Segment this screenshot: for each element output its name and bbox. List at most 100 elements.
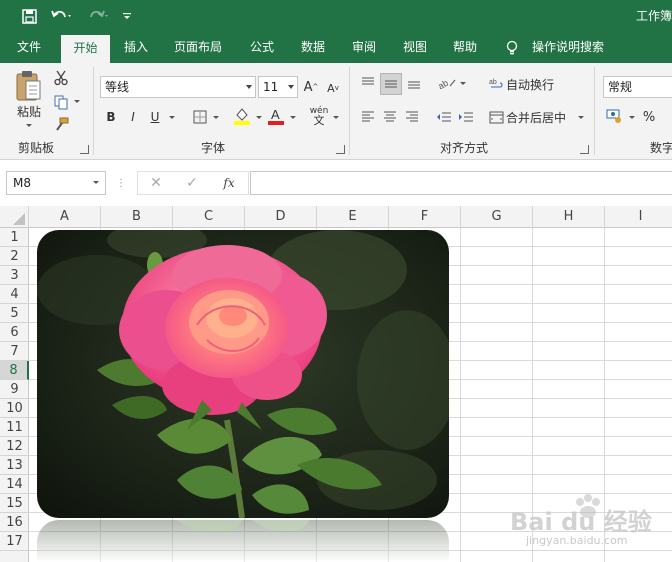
merge-center-dropdown-icon[interactable] [578,116,584,119]
paste-button[interactable]: 粘贴 [12,103,46,119]
decrease-indent-icon[interactable] [434,107,454,127]
formula-bar-grip-icon[interactable]: ⋮ [116,174,126,192]
font-launcher-icon[interactable] [336,145,345,154]
row-header[interactable]: 11 [0,418,29,437]
increase-indent-icon[interactable] [456,107,476,127]
row-header[interactable]: 2 [0,247,29,266]
column-header[interactable]: H [533,206,605,228]
number-format-combo[interactable]: 常规 [603,76,672,98]
row-header[interactable]: 12 [0,437,29,456]
row-header[interactable]: 16 [0,513,29,532]
column-header[interactable]: G [461,206,533,228]
italic-button[interactable]: I [123,107,143,127]
watermark: Bai du 经验 jingyan.baidu.com [508,488,668,552]
fill-color-icon[interactable] [232,105,252,127]
rose-picture[interactable] [37,230,449,518]
copy-dropdown-icon[interactable] [74,100,80,103]
column-header[interactable]: D [245,206,317,228]
clipboard-group-label: 剪贴板 [18,141,55,155]
row-header-selected[interactable]: 8 [0,361,29,380]
align-center-icon[interactable] [380,107,400,127]
orientation-icon[interactable]: ab [436,73,458,93]
font-size-combo[interactable]: 11 [258,76,298,98]
column-header[interactable]: A [29,206,101,228]
increase-font-size-icon[interactable]: A ^ [302,77,320,97]
fill-color-dropdown-icon[interactable] [256,116,262,119]
font-group-label: 字体 [201,141,226,155]
percent-style-button[interactable]: % [640,107,658,127]
underline-dropdown-icon[interactable] [169,116,175,119]
paste-dropdown-icon[interactable] [26,124,32,127]
tab-help[interactable]: 帮助 [443,33,487,63]
font-color-icon[interactable]: A [266,105,286,127]
font-color-dropdown-icon[interactable] [290,116,296,119]
row-header[interactable]: 14 [0,475,29,494]
column-header[interactable]: I [605,206,672,228]
font-name-combo[interactable]: 等线 [100,76,256,98]
align-middle-icon[interactable] [380,73,402,95]
decrease-font-size-icon[interactable]: Av [324,78,342,98]
name-box-dropdown-icon[interactable] [93,181,99,184]
merge-center-button[interactable]: 合并后居中 [506,108,572,126]
column-header[interactable]: B [101,206,173,228]
accounting-dropdown-icon[interactable] [629,116,635,119]
row-header[interactable]: 4 [0,285,29,304]
formula-input[interactable] [250,171,672,195]
lightbulb-icon [505,33,519,63]
tab-file[interactable]: 文件 [6,33,52,63]
tab-home[interactable]: 开始 [61,35,110,63]
merge-center-icon[interactable] [488,108,504,126]
insert-function-button[interactable]: fx [218,173,240,193]
select-all-corner[interactable] [0,206,29,228]
customize-quick-access-icon[interactable] [120,6,134,26]
borders-icon[interactable] [190,107,210,127]
tab-review[interactable]: 审阅 [342,33,386,63]
cancel-icon[interactable]: ✕ [146,173,166,193]
title-bar: 工作簿 [0,0,672,33]
align-bottom-icon[interactable] [404,73,424,93]
wrap-text-icon[interactable]: ab [488,75,504,93]
row-header[interactable]: 3 [0,266,29,285]
paste-icon[interactable] [12,69,46,103]
clipboard-launcher-icon[interactable] [80,145,89,154]
save-icon[interactable] [18,6,40,26]
column-header[interactable]: F [389,206,461,228]
redo-icon[interactable] [84,6,112,26]
copy-icon[interactable] [52,93,70,111]
tell-me-search[interactable]: 操作说明搜索 [526,33,610,63]
phonetic-guide-icon[interactable]: wén 文 [308,105,330,127]
align-right-icon[interactable] [402,107,422,127]
row-header[interactable]: 17 [0,532,29,551]
name-box[interactable]: M8 [6,171,106,195]
accounting-format-icon[interactable] [604,106,626,126]
row-header[interactable]: 7 [0,342,29,361]
borders-dropdown-icon[interactable] [213,116,219,119]
align-left-icon[interactable] [358,107,378,127]
group-separator [349,67,350,155]
tab-page-layout[interactable]: 页面布局 [165,33,231,63]
row-header[interactable]: 9 [0,380,29,399]
tab-insert[interactable]: 插入 [114,33,158,63]
column-header[interactable]: C [173,206,245,228]
row-header[interactable]: 5 [0,304,29,323]
enter-check-icon[interactable]: ✓ [182,173,202,193]
tab-data[interactable]: 数据 [291,33,335,63]
row-header[interactable]: 13 [0,456,29,475]
column-header[interactable]: E [317,206,389,228]
format-painter-icon[interactable] [52,115,70,133]
orientation-dropdown-icon[interactable] [460,82,466,85]
tab-formulas[interactable]: 公式 [240,33,284,63]
undo-icon[interactable] [48,6,76,26]
row-header[interactable]: 10 [0,399,29,418]
bold-button[interactable]: B [101,107,121,127]
wrap-text-button[interactable]: 自动换行 [506,75,560,93]
align-top-icon[interactable] [358,73,378,93]
alignment-launcher-icon[interactable] [580,145,589,154]
cut-icon[interactable] [52,69,70,87]
row-header[interactable]: 6 [0,323,29,342]
phonetic-dropdown-icon[interactable] [333,116,339,119]
row-header[interactable]: 1 [0,228,29,247]
row-header[interactable]: 15 [0,494,29,513]
underline-button[interactable]: U [145,107,165,127]
tab-view[interactable]: 视图 [393,33,437,63]
